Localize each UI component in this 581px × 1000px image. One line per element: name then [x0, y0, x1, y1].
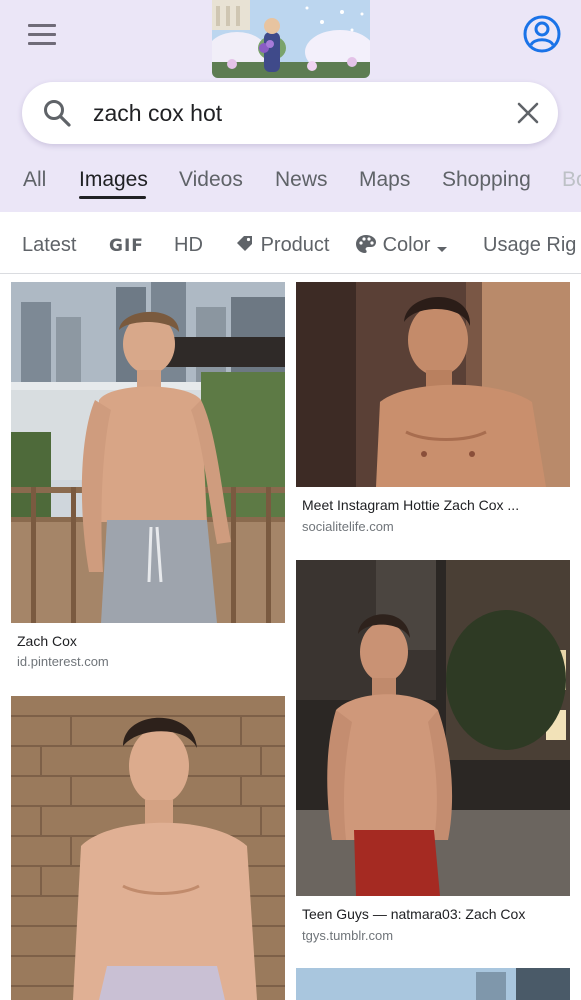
- result-thumbnail[interactable]: [296, 282, 570, 487]
- close-icon[interactable]: [514, 99, 542, 127]
- search-tabs: All Images Videos News Maps Shopping Bo: [0, 160, 581, 212]
- tab-books[interactable]: Bo: [562, 168, 581, 192]
- result-title[interactable]: Zach Cox: [17, 633, 77, 649]
- search-input[interactable]: zach cox hot: [93, 97, 222, 129]
- filter-color[interactable]: Color: [355, 234, 448, 257]
- result-thumbnail[interactable]: [11, 696, 285, 1000]
- result-title[interactable]: Meet Instagram Hottie Zach Cox ...: [302, 497, 519, 513]
- tab-images[interactable]: Images: [79, 168, 148, 192]
- result-source[interactable]: socialitelife.com: [302, 519, 394, 534]
- account-icon[interactable]: [522, 14, 562, 54]
- filter-gif-label: GIF: [109, 236, 144, 256]
- filter-product[interactable]: Product: [235, 234, 330, 257]
- tab-news[interactable]: News: [275, 168, 328, 192]
- filter-usage-rights[interactable]: Usage Rig: [483, 234, 576, 257]
- tab-all[interactable]: All: [23, 168, 46, 192]
- google-doodle[interactable]: [212, 0, 370, 78]
- filter-usage-label: Usage Rig: [483, 234, 577, 256]
- filter-hd-label: HD: [174, 234, 203, 256]
- active-tab-indicator: [79, 196, 146, 199]
- result-thumbnail[interactable]: [296, 560, 570, 896]
- filter-latest-label: Latest: [22, 234, 77, 256]
- menu-icon[interactable]: [28, 24, 56, 48]
- filter-color-label: Color: [382, 234, 431, 256]
- result-source[interactable]: id.pinterest.com: [17, 654, 109, 669]
- tag-icon: [237, 236, 252, 251]
- result-card[interactable]: Teen Guys — natmara03: Zach Cox tgys.tum…: [296, 560, 570, 954]
- tab-maps[interactable]: Maps: [359, 168, 410, 192]
- result-card[interactable]: Zach Cox id.pinterest.com: [11, 282, 285, 682]
- result-source[interactable]: tgys.tumblr.com: [302, 928, 393, 943]
- search-icon[interactable]: [42, 98, 72, 128]
- result-card[interactable]: [296, 968, 570, 1000]
- filter-bar: Latest GIF HD Product Color Usage Rig: [0, 212, 581, 274]
- result-thumbnail[interactable]: [11, 282, 285, 623]
- filter-hd[interactable]: HD: [174, 234, 203, 257]
- tab-videos[interactable]: Videos: [179, 168, 243, 192]
- result-title[interactable]: Teen Guys — natmara03: Zach Cox: [302, 906, 525, 922]
- result-thumbnail[interactable]: [296, 968, 570, 1000]
- image-results-grid: Zach Cox id.pinterest.com Meet Instagram…: [0, 274, 581, 1000]
- result-card[interactable]: Meet Instagram Hottie Zach Cox ... socia…: [296, 282, 570, 540]
- result-card[interactable]: [11, 696, 285, 1000]
- filter-latest[interactable]: Latest: [22, 234, 76, 257]
- tab-shopping[interactable]: Shopping: [442, 168, 531, 192]
- chevron-down-icon: [436, 247, 447, 252]
- filter-product-label: Product: [260, 234, 330, 256]
- palette-icon: [356, 235, 376, 253]
- filter-gif[interactable]: GIF: [109, 236, 144, 256]
